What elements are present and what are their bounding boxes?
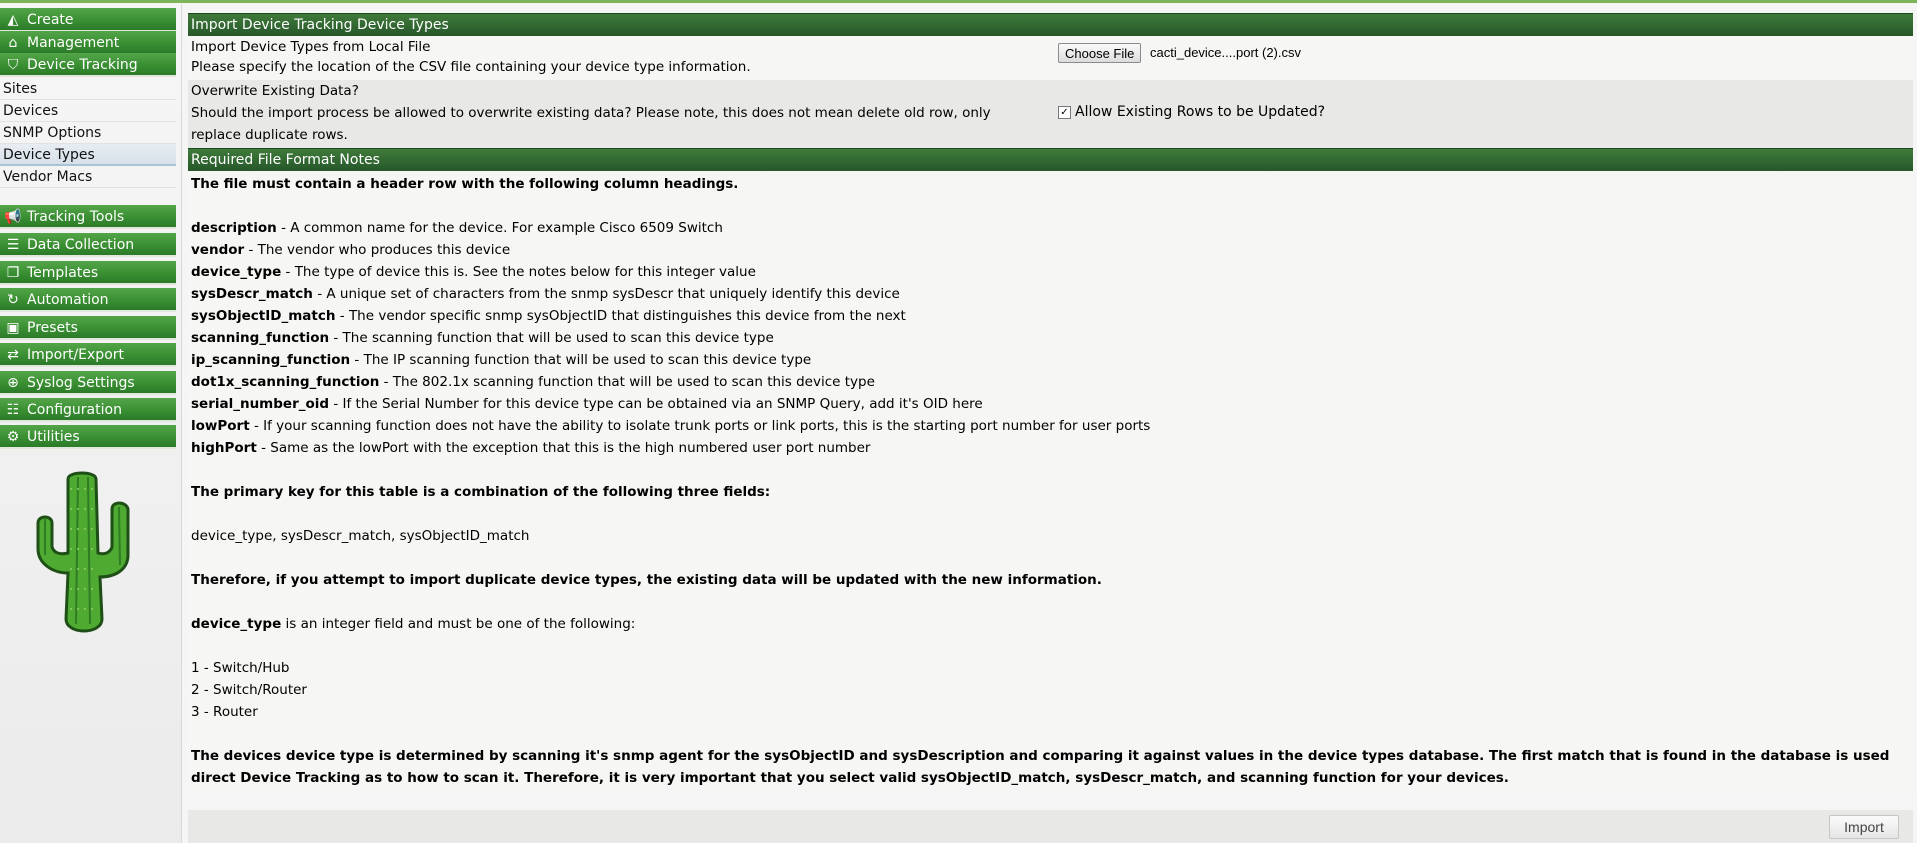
sidebar-item-label: Automation: [27, 292, 109, 308]
file-import-label: Import Device Types from Local File: [191, 39, 431, 55]
sidebar-item-label: Templates: [27, 265, 99, 281]
duplicate-note: Therefore, if you attempt to import dupl…: [191, 572, 1102, 588]
gears-icon: ⚙: [6, 429, 20, 445]
sidebar-item-automation[interactable]: ↻ Automation: [0, 288, 176, 312]
checkbox-checked-icon[interactable]: ✓: [1058, 106, 1071, 119]
field-row: dot1x_scanning_function - The 802.1x sca…: [191, 374, 875, 390]
selected-file-name: cacti_device....port (2).csv: [1150, 45, 1301, 60]
header-row-note: The file must contain a header row with …: [191, 176, 739, 192]
sidebar-subitem-sites[interactable]: Sites: [0, 78, 176, 100]
allow-update-label: Allow Existing Rows to be Updated?: [1075, 104, 1326, 120]
overwrite-label: Overwrite Existing Data?: [191, 83, 359, 99]
sidebar-item-label: Presets: [27, 320, 78, 336]
sidebar-item-syslog-settings[interactable]: ⊕ Syslog Settings: [0, 371, 176, 395]
field-row: ip_scanning_function - The IP scanning f…: [191, 352, 812, 368]
sidebar-item-label: Management: [27, 35, 120, 51]
field-row: highPort - Same as the lowPort with the …: [191, 440, 871, 456]
closing-note: The devices device type is determined by…: [191, 748, 1890, 786]
overwrite-row: Overwrite Existing Data? Should the impo…: [188, 80, 1913, 148]
area-chart-icon: ◭: [7, 12, 19, 28]
shield-icon: ⛉: [7, 57, 19, 73]
file-import-description: Please specify the location of the CSV f…: [191, 59, 751, 75]
sidebar-item-label: Import/Export: [27, 347, 125, 363]
sidebar-item-label: Syslog Settings: [27, 375, 135, 391]
sidebar-item-label: Create: [27, 12, 74, 28]
page-title: Import Device Tracking Device Types: [188, 13, 1913, 36]
primary-key-note: The primary key for this table is a comb…: [191, 484, 771, 500]
sidebar-item-label: Tracking Tools: [27, 209, 125, 225]
sidebar-item-configuration[interactable]: ☷ Configuration: [0, 398, 176, 422]
field-row: sysDescr_match - A unique set of charact…: [191, 286, 900, 302]
top-accent-bar: [0, 0, 1917, 3]
overwrite-description: Should the import process be allowed to …: [191, 105, 991, 143]
sidebar-item-utilities[interactable]: ⚙ Utilities: [0, 425, 176, 449]
allow-update-checkbox[interactable]: ✓ Allow Existing Rows to be Updated?: [1058, 104, 1325, 120]
sidebar-item-templates[interactable]: ❐ Templates: [0, 261, 176, 285]
sidebar-item-label: Data Collection: [27, 237, 135, 253]
choose-file-button[interactable]: Choose File: [1058, 43, 1142, 63]
format-notes: The file must contain a header row with …: [188, 171, 1913, 789]
field-row: vendor - The vendor who produces this de…: [191, 242, 511, 258]
sidebar-item-import-export[interactable]: ⇄ Import/Export: [0, 343, 176, 367]
sidebar-subitem-device-types[interactable]: Device Types: [0, 144, 176, 166]
cactus-logo: [36, 471, 130, 633]
footer-bar: Import: [188, 810, 1913, 843]
sidebar-subitem-vendor-macs[interactable]: Vendor Macs: [0, 166, 176, 188]
refresh-icon: ↻: [7, 292, 19, 308]
field-row: serial_number_oid - If the Serial Number…: [191, 396, 983, 412]
sidebar-item-device-tracking[interactable]: ⛉ Device Tracking: [0, 53, 176, 77]
main-panel: Import Device Tracking Device Types Impo…: [188, 13, 1913, 789]
field-row: scanning_function - The scanning functio…: [191, 330, 774, 346]
device-type-value: 2 - Switch/Router: [191, 682, 307, 698]
field-row: description - A common name for the devi…: [191, 220, 723, 236]
field-row: sysObjectID_match - The vendor specific …: [191, 308, 906, 324]
sidebar-item-label: Configuration: [27, 402, 122, 418]
sidebar-item-presets[interactable]: ▣ Presets: [0, 316, 176, 340]
sliders-icon: ☷: [6, 402, 20, 418]
sidebar-item-create[interactable]: ◭ Create: [0, 8, 176, 32]
sidebar-item-label: Utilities: [27, 429, 80, 445]
field-row: lowPort - If your scanning function does…: [191, 418, 1151, 434]
sidebar: ◭ Create ⌂ Management ⛉ Device Tracking Sit…: [0, 4, 182, 843]
database-icon: ☰: [6, 237, 20, 253]
copy-icon: ❐: [6, 265, 20, 281]
sidebar-subitem-snmp-options[interactable]: SNMP Options: [0, 122, 176, 144]
sidebar-subitem-devices[interactable]: Devices: [0, 100, 176, 122]
lifebuoy-icon: ⊕: [7, 375, 19, 391]
device-type-value: 1 - Switch/Hub: [191, 660, 290, 676]
sidebar-item-management[interactable]: ⌂ Management: [0, 31, 176, 55]
field-row: device_type - The type of device this is…: [191, 264, 756, 280]
sidebar-submenu: Sites Devices SNMP Options Device Types …: [0, 78, 176, 188]
sidebar-item-label: Device Tracking: [27, 57, 138, 73]
archive-icon: ▣: [6, 320, 20, 336]
exchange-icon: ⇄: [7, 347, 19, 363]
sidebar-item-tracking-tools[interactable]: 📢 Tracking Tools: [0, 205, 176, 229]
import-button[interactable]: Import: [1829, 815, 1899, 839]
notes-section-title: Required File Format Notes: [188, 148, 1913, 171]
sidebar-item-data-collection[interactable]: ☰ Data Collection: [0, 233, 176, 257]
home-icon: ⌂: [8, 35, 18, 51]
file-import-row: Import Device Types from Local File Plea…: [188, 36, 1913, 80]
primary-key-fields: device_type, sysDescr_match, sysObjectID…: [191, 528, 530, 544]
megaphone-icon: 📢: [4, 209, 22, 225]
device-type-value: 3 - Router: [191, 704, 258, 720]
device-type-note: device_type is an integer field and must…: [191, 616, 636, 632]
